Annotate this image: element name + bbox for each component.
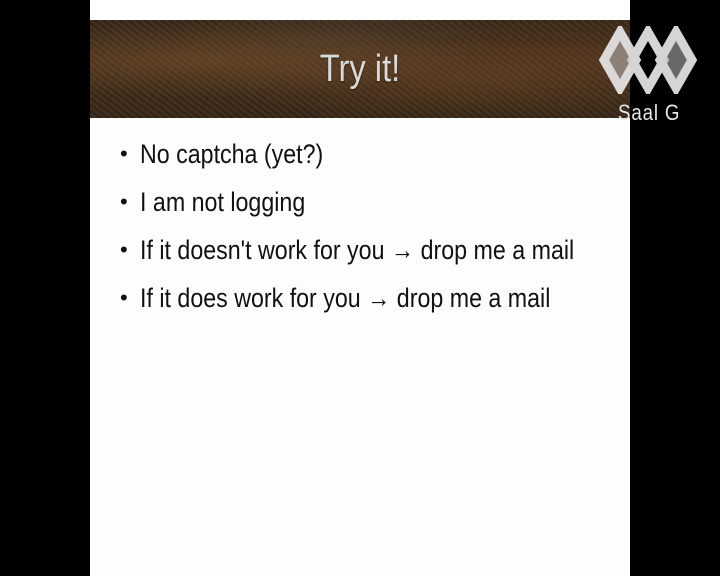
- bullet-icon: •: [120, 285, 128, 310]
- channel-logo: Saal G: [598, 26, 698, 126]
- bullet-item: • No captcha (yet?): [120, 134, 630, 182]
- slide-top-strip: [90, 0, 630, 20]
- slide-title: Try it!: [319, 48, 401, 90]
- bullet-text: If it does work for you → drop me a mail: [140, 283, 551, 313]
- bullet-icon: •: [120, 237, 128, 262]
- bullet-item: • If it doesn't work for you → drop me a …: [120, 230, 630, 278]
- bullet-item: • If it does work for you → drop me a mai…: [120, 278, 630, 326]
- bullet-item: • I am not logging: [120, 182, 630, 230]
- bullet-icon: •: [120, 189, 128, 214]
- ccc-chaos-logo-icon: [598, 26, 698, 94]
- bullet-icon: •: [120, 141, 128, 166]
- channel-label: Saal G: [618, 100, 681, 125]
- bullet-text: If it doesn't work for you → drop me a m…: [140, 235, 575, 265]
- presentation-slide: Try it! • No captcha (yet?) • I am not log…: [90, 0, 630, 576]
- bullet-text: No captcha (yet?): [140, 139, 324, 169]
- bullet-text: I am not logging: [140, 187, 306, 217]
- bullet-list: • No captcha (yet?) • I am not logging • If…: [120, 134, 630, 326]
